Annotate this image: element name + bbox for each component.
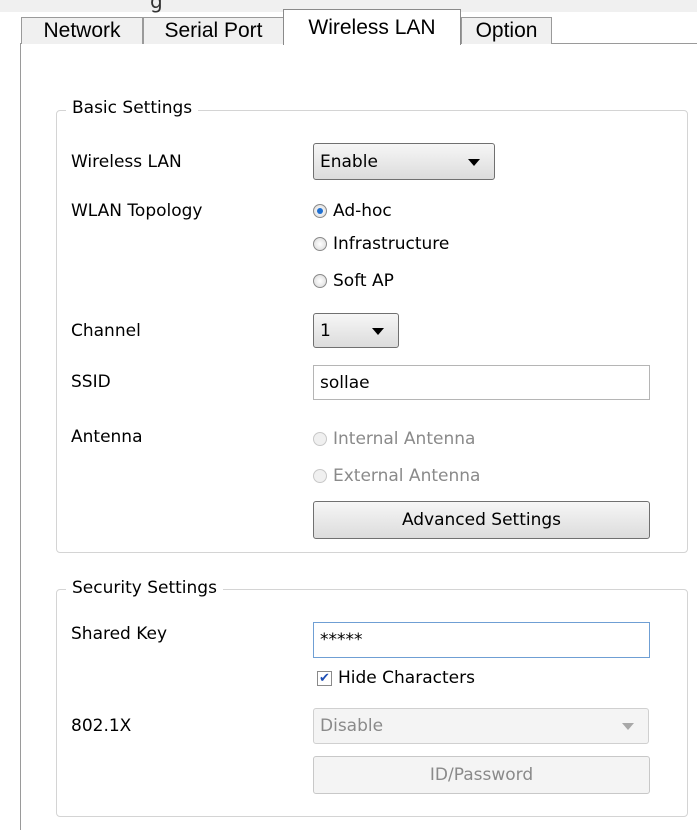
tab-option[interactable]: Option xyxy=(461,17,552,44)
radio-internal-antenna[interactable]: Internal Antenna xyxy=(313,429,475,449)
radio-soft-ap-label: Soft AP xyxy=(333,271,394,291)
hide-characters-checkbox[interactable]: ✔ Hide Characters xyxy=(317,668,475,688)
security-settings-legend: Security Settings xyxy=(66,578,223,598)
basic-settings-legend: Basic Settings xyxy=(66,98,199,118)
antenna-label: Antenna xyxy=(71,427,143,447)
channel-label: Channel xyxy=(71,321,141,341)
radio-icon xyxy=(313,237,327,251)
radio-ad-hoc[interactable]: Ad-hoc xyxy=(313,201,392,221)
tab-serial-port[interactable]: Serial Port xyxy=(143,17,284,44)
tab-wireless-lan[interactable]: Wireless LAN xyxy=(283,9,461,45)
ssid-label: SSID xyxy=(71,372,111,392)
panel-left-edge xyxy=(20,44,21,830)
radio-icon xyxy=(313,274,327,288)
radio-infrastructure[interactable]: Infrastructure xyxy=(313,234,449,254)
wlan-topology-label: WLAN Topology xyxy=(71,201,203,221)
x8021-value: Disable xyxy=(320,716,384,736)
radio-icon xyxy=(313,469,327,483)
hide-characters-label: Hide Characters xyxy=(338,668,475,688)
shared-key-label: Shared Key xyxy=(71,624,168,644)
wireless-lan-label: Wireless LAN xyxy=(71,152,182,172)
chevron-down-icon xyxy=(468,158,480,166)
radio-internal-antenna-label: Internal Antenna xyxy=(333,429,476,449)
ssid-input[interactable]: sollae xyxy=(313,365,650,400)
wireless-lan-value: Enable xyxy=(320,151,378,172)
radio-ad-hoc-label: Ad-hoc xyxy=(333,201,392,221)
chevron-down-icon xyxy=(372,327,384,335)
advanced-settings-button[interactable]: Advanced Settings xyxy=(313,501,650,539)
radio-external-antenna-label: External Antenna xyxy=(333,466,481,486)
channel-select[interactable]: 1 xyxy=(313,313,399,348)
radio-checked-icon xyxy=(313,204,327,218)
shared-key-input[interactable]: ***** xyxy=(313,622,650,658)
check-icon: ✔ xyxy=(317,670,332,686)
x8021-label: 802.1X xyxy=(71,716,132,736)
id-password-button[interactable]: ID/Password xyxy=(313,756,650,794)
wireless-lan-select[interactable]: Enable xyxy=(313,143,495,180)
channel-value: 1 xyxy=(320,320,331,341)
radio-infrastructure-label: Infrastructure xyxy=(333,234,450,254)
x8021-select[interactable]: Disable xyxy=(313,708,649,744)
clipped-caption-text: g xyxy=(150,0,163,13)
radio-soft-ap[interactable]: Soft AP xyxy=(313,271,394,291)
chevron-down-icon xyxy=(622,723,634,730)
tab-network[interactable]: Network xyxy=(21,17,143,44)
radio-external-antenna[interactable]: External Antenna xyxy=(313,466,480,486)
radio-icon xyxy=(313,432,327,446)
